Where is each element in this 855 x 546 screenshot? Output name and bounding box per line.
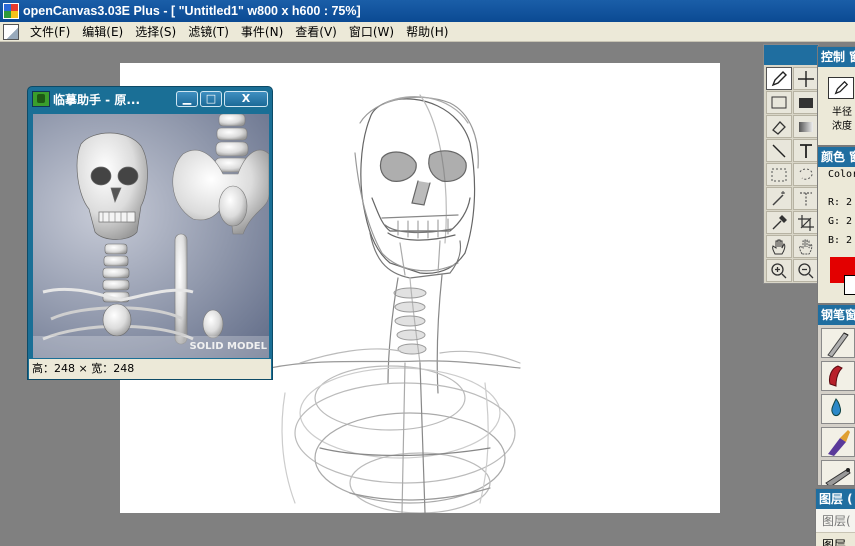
pen-icon[interactable] xyxy=(766,67,792,90)
green-value[interactable]: G: 2 xyxy=(828,216,852,227)
title-bar: openCanvas3.03E Plus - [ "Untitled1" w80… xyxy=(0,0,855,22)
minimize-button[interactable]: ▁ xyxy=(176,91,198,107)
hand-icon[interactable] xyxy=(766,235,792,258)
menu-window[interactable]: 窗口(W) xyxy=(343,23,400,40)
menu-filter[interactable]: 滤镜(T) xyxy=(182,23,235,40)
color-mode-label[interactable]: Color xyxy=(828,169,855,180)
crop-icon[interactable] xyxy=(793,211,819,234)
paint-brush-icon[interactable] xyxy=(821,427,855,457)
layer-row-header[interactable]: 图层( xyxy=(816,509,855,533)
menu-event[interactable]: 事件(N) xyxy=(235,23,289,40)
reference-image: SOLID MODEL xyxy=(33,114,269,358)
color-panel: 颜色 窗 Color R: 2 G: 2 B: 2 xyxy=(817,146,855,304)
layer-panel: 图层 ( 图层( 图层 xyxy=(815,488,855,546)
menu-file[interactable]: 文件(F) xyxy=(24,23,76,40)
blue-value[interactable]: B: 2 xyxy=(828,235,852,246)
current-pen-icon[interactable] xyxy=(828,77,854,99)
text-select-icon[interactable] xyxy=(793,187,819,210)
text-icon[interactable] xyxy=(793,139,819,162)
window-title: openCanvas3.03E Plus - [ "Untitled1" w80… xyxy=(23,4,361,18)
document-icon[interactable] xyxy=(3,23,19,40)
maximize-button[interactable]: □ xyxy=(200,91,222,107)
line-icon[interactable] xyxy=(766,139,792,162)
tool-grid xyxy=(764,65,819,284)
menu-view[interactable]: 查看(V) xyxy=(289,23,343,40)
reference-size-status: 高：248 × 宽：248 xyxy=(29,359,271,379)
marker-brush-icon[interactable] xyxy=(821,361,855,391)
image-brand-text: SOLID MODEL xyxy=(189,341,267,352)
rect-select-icon[interactable] xyxy=(766,91,792,114)
brush-panel-title[interactable]: 钢笔窗 xyxy=(818,305,855,325)
control-panel-title[interactable]: 控制 窗 xyxy=(818,47,855,67)
close-button[interactable]: X xyxy=(224,91,268,107)
gradient-icon[interactable] xyxy=(793,115,819,138)
menu-help[interactable]: 帮助(H) xyxy=(400,23,454,40)
lasso-free-icon[interactable] xyxy=(793,163,819,186)
red-value[interactable]: R: 2 xyxy=(828,197,852,208)
menu-edit[interactable]: 编辑(E) xyxy=(76,23,129,40)
color-panel-title[interactable]: 颜色 窗 xyxy=(818,147,855,167)
brush-panel: 钢笔窗 xyxy=(817,304,855,486)
control-panel: 控制 窗 半径 浓度 xyxy=(817,46,855,146)
background-color-swatch[interactable] xyxy=(844,275,855,295)
skeleton-model-image xyxy=(42,114,269,345)
reference-window-title: 临摹助手 - 原... xyxy=(53,92,141,107)
density-label: 浓度 xyxy=(832,121,852,132)
lasso-rect-icon[interactable] xyxy=(766,163,792,186)
menu-select[interactable]: 选择(S) xyxy=(129,23,182,40)
reference-window[interactable]: 临摹助手 - 原... ▁ □ X SOLID MODEL 高：248 × 宽：… xyxy=(27,86,273,380)
menu-bar: 文件(F) 编辑(E) 选择(S) 滤镜(T) 事件(N) 查看(V) 窗口(W… xyxy=(0,22,855,42)
rotate-hand-icon[interactable] xyxy=(793,235,819,258)
app-logo-icon xyxy=(3,3,19,19)
radius-label: 半径 xyxy=(832,107,852,118)
dropper-icon[interactable] xyxy=(766,211,792,234)
zoom-out-icon[interactable] xyxy=(793,259,819,282)
fill-black-icon[interactable] xyxy=(793,91,819,114)
layer-row[interactable]: 图层 xyxy=(816,533,855,546)
airbrush-icon[interactable] xyxy=(821,460,855,485)
zoom-in-icon[interactable] xyxy=(766,259,792,282)
tool-palette xyxy=(763,44,819,284)
pencil-brush-icon[interactable] xyxy=(821,328,855,358)
app-window: openCanvas3.03E Plus - [ "Untitled1" w80… xyxy=(0,0,855,546)
watercolor-brush-icon[interactable] xyxy=(821,394,855,424)
wand-icon[interactable] xyxy=(766,187,792,210)
move-icon[interactable] xyxy=(793,67,819,90)
eraser-icon[interactable] xyxy=(766,115,792,138)
layer-panel-title[interactable]: 图层 ( xyxy=(816,489,855,509)
reference-app-icon xyxy=(32,91,50,107)
tool-palette-titlebar[interactable] xyxy=(764,45,818,65)
reference-window-titlebar[interactable]: 临摹助手 - 原... ▁ □ X xyxy=(28,87,272,111)
